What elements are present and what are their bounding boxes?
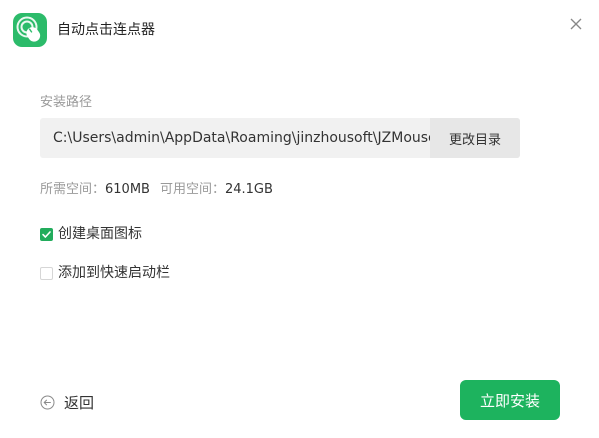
required-space-value: 610MB <box>105 182 150 197</box>
desktop-icon-label: 创建桌面图标 <box>58 226 142 242</box>
disk-space-info: 所需空间：610MB 可用空间：24.1GB <box>40 181 273 199</box>
close-icon <box>570 18 582 30</box>
install-path-label: 安装路径 <box>40 95 93 110</box>
quick-launch-checkbox[interactable] <box>40 266 53 280</box>
window-title: 自动点击连点器 <box>57 22 155 38</box>
close-button[interactable] <box>564 12 588 36</box>
back-arrow-icon <box>40 395 55 409</box>
available-space-value: 24.1GB <box>224 182 273 197</box>
available-space-label: 可用空间： <box>159 182 225 197</box>
install-path-input[interactable] <box>40 118 430 158</box>
quick-launch-label: 添加到快速启动栏 <box>58 265 170 281</box>
desktop-icon-checkbox[interactable] <box>40 227 53 241</box>
install-path-field: 更改目录 <box>40 118 520 158</box>
back-button[interactable]: 返回 <box>40 392 94 412</box>
change-directory-button[interactable]: 更改目录 <box>430 118 520 158</box>
required-space-label: 所需空间： <box>40 182 106 197</box>
back-label: 返回 <box>64 393 95 412</box>
install-now-button[interactable]: 立即安装 <box>460 380 560 420</box>
checkmark-icon <box>42 230 51 238</box>
create-desktop-icon-option[interactable]: 创建桌面图标 <box>40 225 142 243</box>
add-quick-launch-option[interactable]: 添加到快速启动栏 <box>40 264 170 282</box>
app-logo-icon <box>13 13 47 47</box>
